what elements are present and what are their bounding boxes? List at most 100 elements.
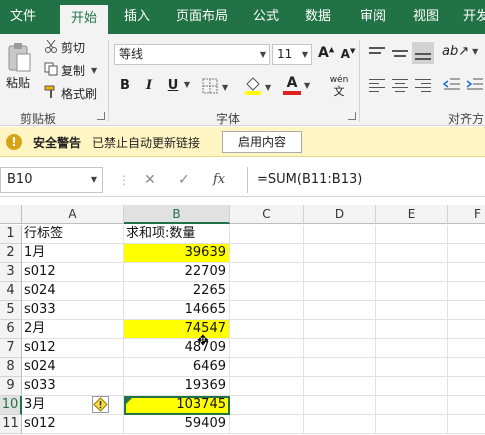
name-box[interactable]: B10 ▼ (0, 167, 103, 193)
empty-cell[interactable] (230, 282, 304, 301)
empty-cell[interactable] (230, 377, 304, 396)
paste-button[interactable]: 粘贴 (6, 74, 30, 91)
tab-file[interactable]: 文件 (10, 0, 36, 34)
empty-cell[interactable] (448, 225, 485, 244)
copy-button[interactable]: 复制 ▼ (44, 62, 97, 79)
empty-cell[interactable] (304, 225, 376, 244)
formula-input[interactable]: =SUM(B11:B13) (247, 167, 485, 193)
error-check-button[interactable] (92, 396, 109, 413)
cancel-icon[interactable]: ✕ (144, 172, 156, 188)
cell-b[interactable]: 74547 (124, 320, 230, 339)
row-header[interactable]: 8 (0, 358, 22, 377)
cell-b[interactable]: 19369 (124, 377, 230, 396)
empty-cell[interactable] (448, 358, 485, 377)
cell-a[interactable]: s024 (22, 358, 124, 377)
cell-a[interactable]: 1月 (22, 244, 124, 263)
fill-color-button[interactable]: ▼ (244, 76, 276, 99)
row-header[interactable]: 1 (0, 225, 22, 244)
cell-a[interactable]: s033 (22, 377, 124, 396)
empty-cell[interactable] (304, 415, 376, 434)
empty-cell[interactable] (230, 320, 304, 339)
empty-cell[interactable] (448, 263, 485, 282)
cell-b[interactable]: 14665 (124, 301, 230, 320)
clipboard-launcher-icon[interactable] (97, 112, 105, 120)
align-top-icon[interactable] (369, 44, 385, 62)
empty-cell[interactable] (230, 263, 304, 282)
tab-data[interactable]: 数据 (305, 0, 331, 34)
empty-cell[interactable] (448, 244, 485, 263)
column-header-f[interactable]: F (448, 205, 485, 224)
align-bottom-icon[interactable] (412, 42, 434, 64)
tab-review[interactable]: 审阅 (360, 0, 386, 34)
empty-cell[interactable] (376, 415, 448, 434)
cell-a[interactable]: s033 (22, 301, 124, 320)
underline-button[interactable]: U (166, 78, 180, 93)
empty-cell[interactable] (448, 415, 485, 434)
cell-a[interactable]: s012 (22, 263, 124, 282)
tab-home[interactable]: 开始 (60, 5, 109, 34)
bold-button[interactable]: B (118, 78, 132, 93)
cell-a[interactable]: s024 (22, 282, 124, 301)
underline-dropdown-icon[interactable]: ▼ (182, 80, 192, 89)
empty-cell[interactable] (376, 301, 448, 320)
decrease-indent-icon[interactable] (442, 76, 461, 94)
cell-b[interactable]: 求和项:数量 (124, 225, 230, 244)
empty-cell[interactable] (304, 301, 376, 320)
empty-cell[interactable] (230, 225, 304, 244)
align-middle-icon[interactable] (392, 44, 408, 62)
empty-cell[interactable] (448, 301, 485, 320)
empty-cell[interactable] (448, 320, 485, 339)
empty-cell[interactable] (304, 377, 376, 396)
chevron-down-icon[interactable]: ▼ (91, 168, 97, 192)
empty-cell[interactable] (304, 244, 376, 263)
empty-cell[interactable] (304, 320, 376, 339)
active-cell-b[interactable]: 103745 (124, 396, 230, 415)
empty-cell[interactable] (376, 225, 448, 244)
font-color-button[interactable]: A ▼ (283, 76, 315, 95)
column-header-b[interactable]: B (124, 205, 230, 224)
empty-cell[interactable] (376, 358, 448, 377)
enter-icon[interactable]: ✓ (178, 172, 190, 188)
grow-font-button[interactable]: A▲ (318, 45, 334, 61)
empty-cell[interactable] (304, 263, 376, 282)
font-launcher-icon[interactable] (348, 112, 356, 120)
column-header-c[interactable]: C (230, 205, 304, 224)
empty-cell[interactable] (448, 377, 485, 396)
empty-cell[interactable] (448, 339, 485, 358)
copy-dropdown-icon[interactable]: ▼ (91, 66, 97, 75)
tab-view[interactable]: 视图 (413, 0, 439, 34)
row-header[interactable]: 4 (0, 282, 22, 301)
cell-b[interactable]: 39639 (124, 244, 230, 263)
empty-cell[interactable] (230, 358, 304, 377)
column-header-e[interactable]: E (376, 205, 448, 224)
empty-cell[interactable] (448, 282, 485, 301)
increase-indent-icon[interactable] (466, 76, 484, 94)
align-left-icon[interactable] (369, 78, 385, 94)
cell-a[interactable]: s012 (22, 339, 124, 358)
orientation-button[interactable]: ab↗ ▼ (442, 44, 478, 59)
cell-a[interactable]: s012 (22, 415, 124, 434)
tab-developer[interactable]: 开发 (463, 0, 485, 34)
empty-cell[interactable] (230, 301, 304, 320)
empty-cell[interactable] (304, 282, 376, 301)
borders-button[interactable]: ▼ (202, 78, 234, 97)
empty-cell[interactable] (230, 339, 304, 358)
empty-cell[interactable] (376, 263, 448, 282)
select-all-button[interactable] (0, 205, 22, 224)
tab-insert[interactable]: 插入 (124, 0, 150, 34)
empty-cell[interactable] (304, 339, 376, 358)
empty-cell[interactable] (230, 244, 304, 263)
cell-b[interactable]: 59409 (124, 415, 230, 434)
cell-b[interactable]: 22709 (124, 263, 230, 282)
tab-page-layout[interactable]: 页面布局 (176, 0, 228, 34)
cell-b[interactable]: 2265 (124, 282, 230, 301)
row-header[interactable]: 9 (0, 377, 22, 396)
italic-button[interactable]: I (142, 78, 156, 93)
row-header[interactable]: 6 (0, 320, 22, 339)
empty-cell[interactable] (376, 396, 448, 415)
row-header[interactable]: 2 (0, 244, 22, 263)
empty-cell[interactable] (304, 396, 376, 415)
empty-cell[interactable] (376, 320, 448, 339)
paste-icon[interactable] (6, 40, 34, 76)
empty-cell[interactable] (376, 282, 448, 301)
